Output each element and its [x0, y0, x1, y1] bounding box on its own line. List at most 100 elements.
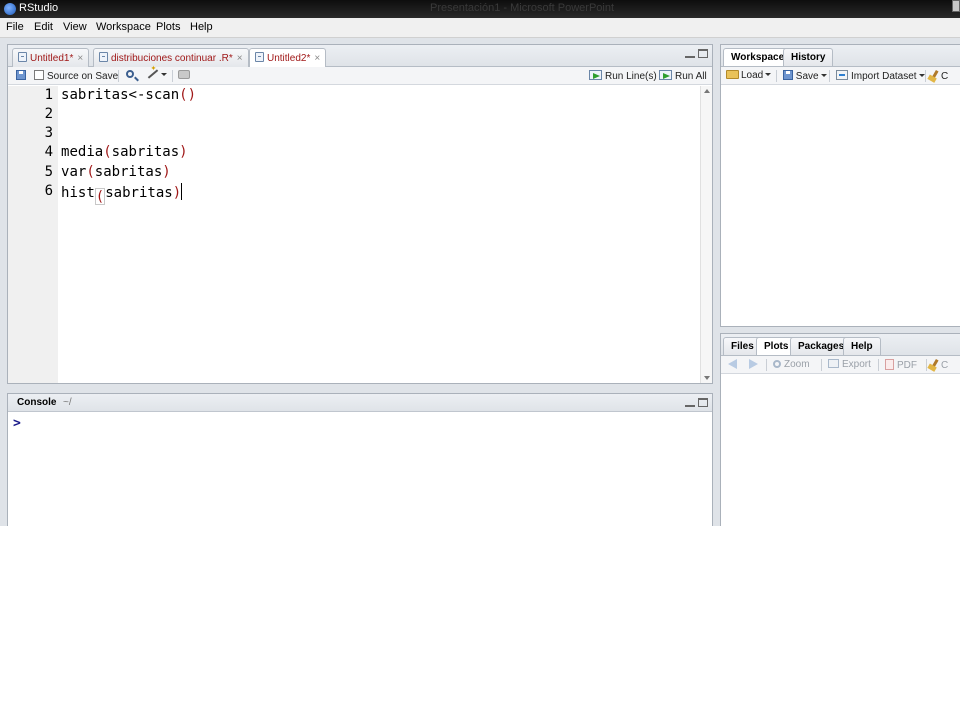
code-char: s	[170, 144, 180, 160]
search-icon	[126, 70, 134, 78]
run-all-button[interactable]: Run All	[659, 70, 707, 82]
close-tab-icon[interactable]: ×	[237, 53, 243, 64]
code-char: a	[103, 164, 112, 180]
console-pane: Console ~/ >	[7, 393, 713, 526]
menu-view[interactable]: View	[63, 21, 87, 33]
console-pane-controls	[685, 398, 708, 410]
tab-distribuciones[interactable]: distribuciones continuar .R* ×	[93, 48, 249, 67]
working-directory[interactable]: ~/	[63, 397, 72, 408]
arrow-left-icon	[728, 359, 737, 369]
code-line[interactable]: var(sabritas)	[61, 164, 171, 180]
folder-open-icon	[726, 70, 739, 79]
toolbar-divider	[926, 359, 927, 371]
source-editor-pane: Untitled1* × distribuciones continuar .R*…	[7, 44, 713, 384]
code-char: a	[69, 87, 78, 103]
broom-icon	[930, 69, 939, 82]
save-workspace-button[interactable]: Save	[783, 70, 827, 82]
tab-untitled2[interactable]: Untitled2* ×	[249, 48, 327, 68]
line-number: 3	[44, 125, 53, 141]
workspace-tabstrip: Workspace History	[721, 45, 960, 67]
code-char: a	[162, 87, 171, 103]
toolbar-divider	[766, 359, 767, 371]
matched-bracket-highlight: (	[94, 188, 106, 205]
bracket-token: )	[172, 185, 182, 201]
code-char: i	[69, 185, 78, 201]
code-char: a	[162, 144, 171, 160]
tab-workspace[interactable]: Workspace	[723, 48, 793, 66]
code-char: i	[145, 144, 154, 160]
line-number: 1	[44, 87, 53, 103]
code-char: b	[111, 164, 121, 180]
print-button[interactable]	[178, 70, 190, 81]
code-char: a	[69, 164, 78, 180]
tab-help[interactable]: Help	[843, 337, 881, 355]
code-editor[interactable]: 1 2 3 4 5 6 sabritas<-scan() media(sabri…	[8, 86, 700, 383]
window-control-button[interactable]	[952, 0, 960, 12]
code-char: b	[122, 185, 131, 201]
export-button[interactable]: Export	[828, 359, 871, 370]
magic-wand-icon	[147, 69, 159, 79]
code-char: c	[153, 87, 163, 103]
save-button[interactable]	[16, 70, 26, 82]
code-char: a	[155, 185, 165, 201]
load-button[interactable]: Load	[726, 70, 772, 81]
workspace-toolbar: Load Save Import Dataset C	[721, 67, 960, 85]
menu-workspace[interactable]: Workspace	[96, 21, 151, 33]
editor-toolbar: Source on Save Run Line(s) Run All	[8, 67, 712, 85]
bracket-token: (	[103, 144, 112, 160]
scroll-up-icon[interactable]	[704, 89, 710, 93]
console-prompt[interactable]: >	[13, 416, 21, 431]
editor-pane-controls	[685, 49, 708, 61]
run-icon	[589, 70, 602, 80]
code-line[interactable]: sabritas<-scan()	[61, 87, 196, 103]
code-tools-button[interactable]	[147, 69, 167, 81]
console-title[interactable]: Console	[17, 397, 56, 408]
code-char: i	[128, 164, 137, 180]
line-number: 2	[44, 106, 53, 122]
menu-plots[interactable]: Plots	[156, 21, 180, 33]
code-char: <	[128, 87, 137, 103]
menu-file[interactable]: File	[6, 21, 24, 33]
line-number: 5	[44, 164, 53, 180]
console-header: Console ~/	[8, 394, 712, 412]
chevron-down-icon	[161, 73, 167, 76]
tab-history[interactable]: History	[783, 48, 834, 66]
maximize-icon[interactable]	[698, 398, 708, 407]
clear-workspace-button[interactable]: C	[930, 69, 948, 82]
import-dataset-button[interactable]: Import Dataset	[836, 70, 925, 82]
zoom-button[interactable]: Zoom	[773, 359, 810, 370]
close-tab-icon[interactable]: ×	[77, 53, 83, 64]
r-file-icon	[255, 52, 264, 62]
code-char: i	[86, 144, 95, 160]
r-file-icon	[18, 52, 27, 62]
minimize-icon[interactable]	[685, 49, 695, 58]
tab-untitled1[interactable]: Untitled1* ×	[12, 48, 90, 67]
source-on-save-toggle[interactable]: Source on Save	[34, 70, 118, 82]
editor-scrollbar[interactable]	[700, 86, 712, 383]
background-window-title: Presentación1 - Microsoft PowerPoint	[430, 2, 615, 14]
code-char: s	[94, 164, 104, 180]
minimize-icon[interactable]	[685, 398, 695, 407]
code-char: t	[147, 185, 156, 201]
next-plot-button[interactable]	[749, 359, 758, 371]
bracket-token: )	[179, 144, 188, 160]
source-on-save-checkbox[interactable]	[34, 70, 44, 80]
code-line[interactable]: media(sabritas)	[61, 144, 188, 160]
maximize-icon[interactable]	[698, 49, 708, 58]
title-bar: RStudio Presentación1 - Microsoft PowerP…	[0, 0, 960, 18]
menu-edit[interactable]: Edit	[34, 21, 53, 33]
scroll-down-icon[interactable]	[704, 376, 710, 380]
close-tab-icon[interactable]: ×	[314, 53, 320, 64]
code-char: s	[120, 87, 129, 103]
menu-help[interactable]: Help	[190, 21, 213, 33]
pdf-button[interactable]: PDF	[885, 359, 917, 371]
previous-plot-button[interactable]	[728, 359, 737, 371]
window-title: RStudio	[19, 2, 59, 14]
code-char: r	[120, 164, 129, 180]
run-lines-button[interactable]: Run Line(s)	[589, 70, 657, 82]
find-button[interactable]	[126, 70, 134, 81]
save-icon	[783, 70, 793, 80]
clear-plots-button[interactable]: C	[930, 358, 948, 371]
code-line[interactable]: hist(sabritas)	[61, 183, 183, 205]
arrow-right-icon	[749, 359, 758, 369]
